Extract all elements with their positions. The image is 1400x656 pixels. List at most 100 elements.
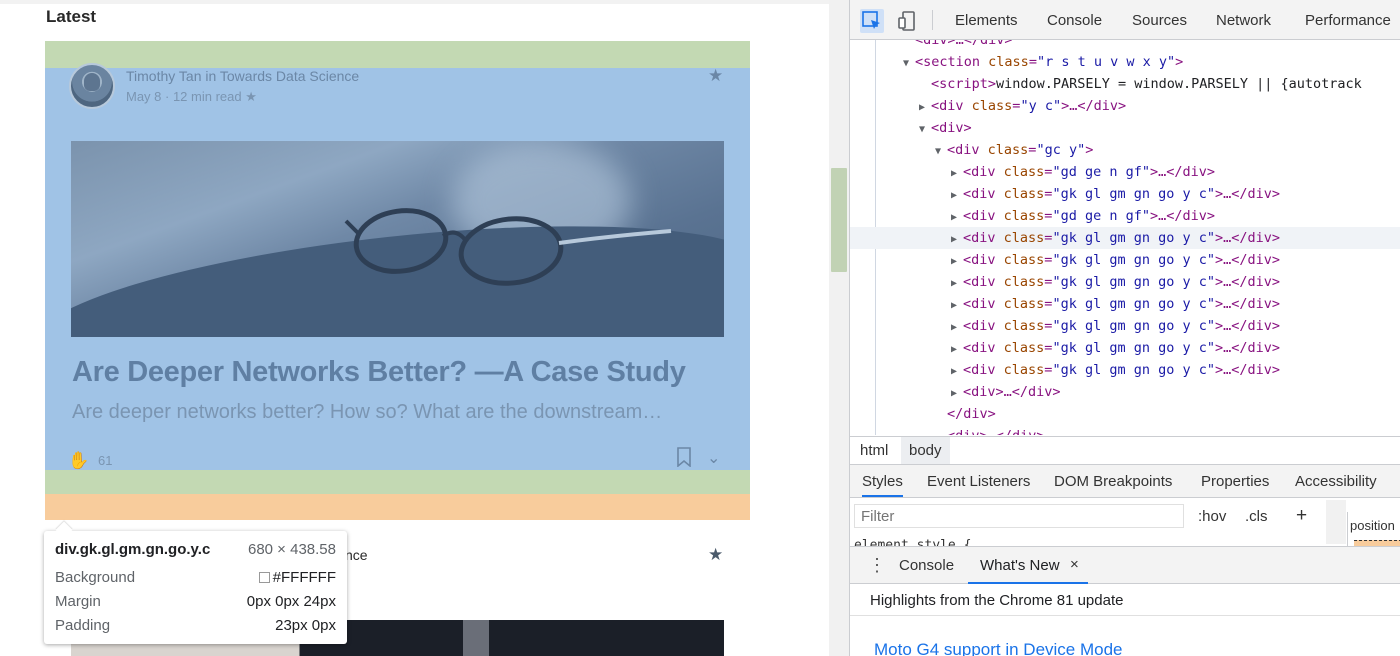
expand-right-icon[interactable]: ▶ — [919, 97, 931, 119]
device-toolbar-icon[interactable] — [896, 9, 920, 33]
tooltip-label: Margin — [55, 592, 101, 610]
tooltip-header: div.gk.gl.gm.gn.go.y.c 680 × 438.58 — [55, 539, 336, 559]
element-style-rule: element.style { — [854, 538, 972, 546]
dom-node-row[interactable]: ▶ <div>…</div> — [850, 381, 1400, 403]
dom-node-row[interactable]: ▶ <div class="gk gl gm gn go y c">…</div> — [850, 183, 1400, 205]
tab-styles[interactable]: Styles — [862, 473, 903, 497]
expand-right-icon[interactable]: ▶ — [951, 383, 963, 405]
dom-node-row[interactable]: ▶ <div class="gd ge n gf">…</div> — [850, 205, 1400, 227]
tab-dom-breakpoints[interactable]: DOM Breakpoints — [1054, 473, 1172, 490]
hov-button[interactable]: :hov — [1198, 508, 1226, 525]
chevron-down-icon[interactable]: ⌄ — [707, 448, 720, 468]
expand-right-icon[interactable]: ▶ — [951, 317, 963, 339]
whats-new-link[interactable]: Moto G4 support in Device Mode — [874, 640, 1123, 656]
expand-right-icon[interactable]: ▶ — [951, 361, 963, 383]
new-rule-button[interactable]: + — [1296, 505, 1307, 527]
expand-right-icon[interactable]: ▶ — [951, 229, 963, 251]
dom-node-row[interactable]: ▶ <div class="gd ge n gf">…</div> — [850, 161, 1400, 183]
dom-node-row[interactable]: ▶ <div class="gk gl gm gn go y c">…</div> — [850, 271, 1400, 293]
clap-count: 61 — [98, 453, 113, 468]
dom-node-text: <div>…</div> — [915, 40, 1013, 48]
article-image[interactable] — [71, 141, 724, 337]
tooltip-value: 23px 0px — [275, 616, 336, 634]
crumb-html[interactable]: html — [852, 437, 896, 464]
whats-new-header: Highlights from the Chrome 81 update — [850, 584, 1400, 616]
more-options-icon[interactable]: ⋮ — [868, 555, 886, 576]
clap-icon[interactable]: ✋ — [68, 451, 89, 471]
tooltip-dimensions: 680 × 438.58 — [247, 540, 336, 558]
dom-node-text: <div class="gc y"> — [947, 142, 1094, 158]
page-scrollbar[interactable] — [829, 0, 849, 656]
drawer-tab-whats-new[interactable]: What's New — [980, 557, 1060, 574]
tab-network[interactable]: Network — [1216, 12, 1271, 29]
web-page: Latest Timothy Tan in Towards Data Scien… — [0, 0, 829, 656]
expand-right-icon[interactable]: ▶ — [951, 295, 963, 317]
second-author-line[interactable]: nce — [345, 547, 368, 563]
dom-node-row[interactable]: <script>window.PARSELY = window.PARSELY … — [850, 73, 1400, 95]
expand-right-icon[interactable]: ▶ — [951, 273, 963, 295]
expand-down-icon[interactable]: ▼ — [919, 119, 931, 141]
dom-node-text: <div class="gk gl gm gn go y c">…</div> — [963, 274, 1281, 290]
expand-right-icon[interactable]: ▶ — [951, 339, 963, 361]
close-icon[interactable]: × — [1070, 556, 1079, 573]
tab-console[interactable]: Console — [1047, 12, 1102, 29]
styles-filter-input[interactable] — [854, 504, 1184, 528]
crumb-body[interactable]: body — [901, 437, 950, 464]
tab-sources[interactable]: Sources — [1132, 12, 1187, 29]
devtools-tabbar: Elements Console Sources Network Perform… — [850, 0, 1400, 40]
dom-tree[interactable]: <div>…</div> ▼ <section class="r s t u v w… — [850, 40, 1400, 435]
whats-new-heading: Highlights from the Chrome 81 update — [870, 592, 1124, 609]
tab-event-listeners[interactable]: Event Listeners — [927, 473, 1030, 490]
page-top-border — [0, 0, 829, 4]
dom-node-text: <section class="r s t u v w x y"> — [915, 54, 1184, 70]
dom-node-row[interactable]: ▼ <div> — [850, 117, 1400, 139]
expand-right-icon[interactable]: ▶ — [951, 251, 963, 273]
styles-tabbar: Styles Event Listeners DOM Breakpoints P… — [850, 465, 1400, 498]
dom-node-row[interactable]: ▶ <div class="gk gl gm gn go y c">…</div> — [850, 227, 1400, 249]
bookmark-icon[interactable] — [676, 447, 692, 467]
dom-node-text: <div class="gk gl gm gn go y c">…</div> — [963, 230, 1281, 246]
tab-accessibility[interactable]: Accessibility — [1295, 473, 1377, 490]
dom-node-row[interactable]: ▶ <div class="gk gl gm gn go y c">…</div> — [850, 293, 1400, 315]
article-subtitle[interactable]: Are deeper networks better? How so? What… — [72, 401, 722, 424]
dom-node-text: <div>…</div> — [963, 384, 1061, 400]
cls-button[interactable]: .cls — [1245, 508, 1268, 525]
expand-down-icon[interactable]: ▼ — [903, 53, 915, 75]
article-title[interactable]: Are Deeper Networks Better? —A Case Stud… — [72, 356, 686, 389]
inspect-tooltip: div.gk.gl.gm.gn.go.y.c 680 × 438.58 Back… — [44, 531, 347, 644]
tab-properties[interactable]: Properties — [1201, 473, 1269, 490]
post-meta: May 8 · 12 min read ★ — [126, 89, 257, 104]
styles-scrollbar[interactable] — [1326, 500, 1346, 544]
dom-node-row[interactable]: <div>…</div> — [850, 40, 1400, 51]
tab-elements[interactable]: Elements — [955, 12, 1018, 29]
dom-node-row[interactable]: ▼ <div class="gc y"> — [850, 139, 1400, 161]
author-avatar[interactable] — [69, 63, 115, 109]
expand-right-icon[interactable]: ▶ — [951, 185, 963, 207]
dom-node-row[interactable]: ▶ <div class="gk gl gm gn go y c">…</div> — [850, 249, 1400, 271]
glasses-illustration — [344, 208, 672, 286]
toolbar-divider — [932, 10, 933, 30]
dom-node-row[interactable]: ▼ <section class="r s t u v w x y"> — [850, 51, 1400, 73]
tab-performance[interactable]: Performance — [1305, 12, 1391, 29]
dom-node-text: <div> — [931, 120, 972, 136]
tooltip-value: #FFFFFF — [258, 569, 336, 586]
dom-node-row[interactable]: ▶ <div class="gk gl gm gn go y c">…</div> — [850, 315, 1400, 337]
inspect-element-icon[interactable] — [860, 9, 884, 33]
dom-node-text: <div class="y c">…</div> — [931, 98, 1127, 114]
dom-node-row[interactable]: <div>…</div> — [850, 425, 1400, 435]
expand-down-icon[interactable]: ▼ — [935, 141, 947, 163]
breadcrumb: html body — [850, 436, 1400, 465]
dom-node-row[interactable]: ▶ <div class="y c">…</div> — [850, 95, 1400, 117]
dom-node-row[interactable]: ▶ <div class="gk gl gm gn go y c">…</div> — [850, 359, 1400, 381]
tooltip-label: Padding — [55, 616, 111, 634]
dom-node-row[interactable]: </div> — [850, 403, 1400, 425]
dom-node-text: <div class="gk gl gm gn go y c">…</div> — [963, 252, 1281, 268]
author-line[interactable]: Timothy Tan in Towards Data Science — [126, 68, 359, 84]
tooltip-label: Background — [55, 568, 136, 586]
expand-right-icon[interactable]: ▶ — [951, 207, 963, 229]
dom-node-row[interactable]: ▶ <div class="gk gl gm gn go y c">…</div> — [850, 337, 1400, 359]
expand-right-icon[interactable]: ▶ — [951, 163, 963, 185]
page-scrollbar-thumb[interactable] — [831, 168, 847, 272]
tooltip-row-background: Background #FFFFFF — [55, 567, 336, 587]
drawer-tab-console[interactable]: Console — [899, 557, 954, 574]
